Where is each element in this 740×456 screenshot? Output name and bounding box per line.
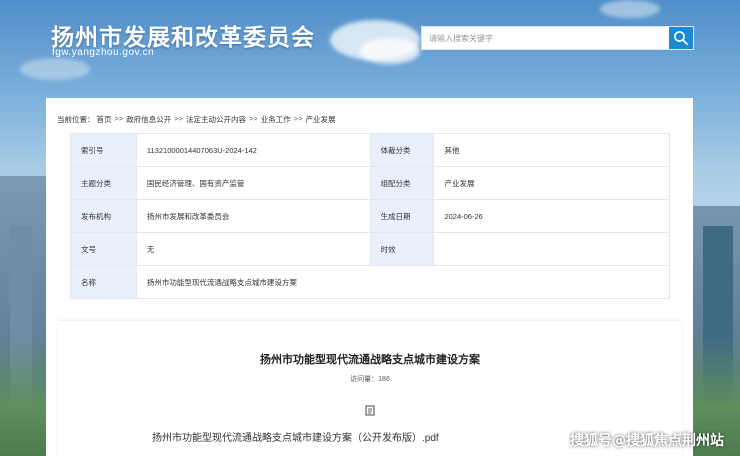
group-label: 组配分类 (369, 166, 435, 200)
publisher-value: 扬州市发展和改革委员会 (135, 199, 371, 233)
attachment-link[interactable]: 扬州市功能型现代流通战略支点城市建设方案（公开发布版）.pdf (152, 429, 439, 444)
breadcrumb: 当前位置： 首页 >> 政府信息公开 >> 法定主动公开内容 >> 业务工作 >… (57, 114, 336, 125)
file-icon[interactable] (365, 405, 375, 416)
topic-value: 国民经济管理、国有资产监管 (135, 166, 371, 200)
table-row: 文号 无 时效 (70, 232, 670, 266)
visits-value: 186 (378, 376, 390, 383)
breadcrumb-separator: >> (114, 114, 124, 123)
search-box (421, 26, 694, 50)
content-panel: 当前位置： 首页 >> 政府信息公开 >> 法定主动公开内容 >> 业务工作 >… (46, 98, 693, 456)
search-button[interactable] (669, 27, 693, 49)
date-label: 生成日期 (369, 199, 435, 233)
validity-value (433, 232, 670, 266)
doc-number-label: 文号 (70, 232, 137, 266)
table-row: 主题分类 国民经济管理、国有资产监管 组配分类 产业发展 (70, 166, 670, 200)
breadcrumb-home[interactable]: 首页 (97, 114, 112, 125)
table-row: 索引号 11321000014407063U-2024-142 体裁分类 其他 (70, 133, 670, 167)
name-label: 名称 (70, 265, 137, 299)
genre-label: 体裁分类 (369, 133, 435, 167)
publisher-label: 发布机构 (70, 199, 137, 233)
genre-value: 其他 (433, 133, 670, 167)
index-value: 11321000014407063U-2024-142 (135, 133, 371, 167)
search-icon (674, 31, 688, 45)
doc-number-value: 无 (135, 232, 371, 266)
document-title: 扬州市功能型现代流通战略支点城市建设方案 (260, 354, 480, 366)
site-header: 扬州市发展和改革委员会 fgw.yangzhou.gov.cn (0, 0, 740, 88)
watermark-text: 搜狐号@搜狐焦点荆州站 (570, 433, 724, 449)
group-value: 产业发展 (433, 166, 670, 200)
breadcrumb-prefix: 当前位置： (57, 115, 95, 124)
breadcrumb-statutory[interactable]: 法定主动公开内容 (186, 114, 246, 125)
breadcrumb-separator: >> (174, 114, 184, 123)
breadcrumb-gov-info[interactable]: 政府信息公开 (126, 114, 171, 125)
visit-count: 访问量：186 (58, 374, 682, 384)
date-value: 2024-06-26 (433, 199, 670, 233)
table-row: 发布机构 扬州市发展和改革委员会 生成日期 2024-06-26 (70, 199, 670, 233)
breadcrumb-separator: >> (249, 114, 258, 123)
search-input[interactable] (422, 27, 671, 49)
visits-label: 访问量： (350, 376, 379, 383)
validity-label: 时效 (369, 232, 435, 266)
topic-label: 主题分类 (70, 166, 137, 200)
table-row: 名称 扬州市功能型现代流通战略支点城市建设方案 (70, 265, 671, 299)
site-domain: fgw.yangzhou.gov.cn (52, 47, 155, 58)
index-label: 索引号 (70, 133, 137, 167)
breadcrumb-separator: >> (293, 114, 303, 123)
name-value: 扬州市功能型现代流通战略支点城市建设方案 (135, 265, 671, 299)
breadcrumb-industry[interactable]: 产业发展 (306, 114, 336, 125)
metadata-table: 索引号 11321000014407063U-2024-142 体裁分类 其他 … (70, 133, 671, 299)
breadcrumb-business[interactable]: 业务工作 (261, 114, 291, 125)
